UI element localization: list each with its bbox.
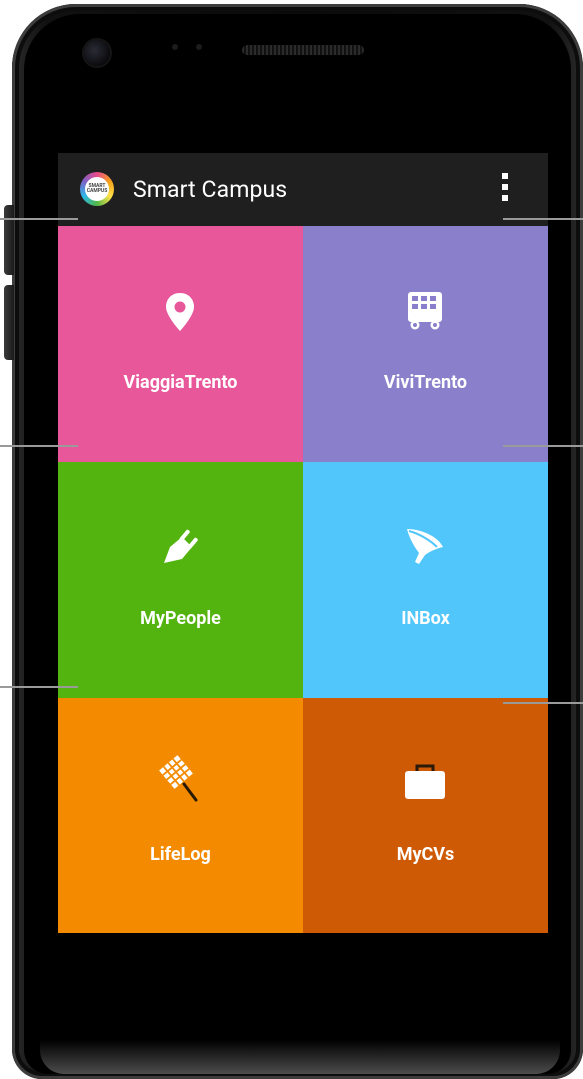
- light-sensor: [196, 44, 202, 50]
- tile-mycvs[interactable]: MyCVs: [303, 698, 548, 933]
- tile-lifelog[interactable]: LifeLog: [58, 698, 303, 933]
- tile-mypeople[interactable]: MyPeople: [58, 462, 303, 698]
- location-pin-icon: [166, 293, 194, 331]
- callout-line: [0, 445, 78, 447]
- phone-chin: [40, 1040, 560, 1074]
- callout-line: [503, 445, 583, 447]
- front-camera: [84, 40, 110, 66]
- tile-label: MyCVs: [396, 844, 455, 865]
- power-button: [4, 285, 14, 360]
- action-bar: SMART CAMPUS Smart Campus: [58, 153, 548, 226]
- overflow-menu-icon[interactable]: [493, 170, 517, 210]
- app-title: Smart Campus: [133, 176, 288, 203]
- callout-line: [503, 218, 583, 220]
- logo-text: SMART CAMPUS: [85, 177, 109, 201]
- callout-line: [0, 686, 78, 688]
- earpiece-speaker: [242, 45, 364, 55]
- tile-label: INBox: [401, 608, 450, 629]
- smart-campus-logo[interactable]: SMART CAMPUS: [80, 172, 114, 206]
- briefcase-icon: [405, 764, 445, 799]
- tile-viaggiatrento[interactable]: ViaggiaTrento: [58, 226, 303, 462]
- tram-icon: [408, 292, 442, 330]
- proximity-sensor: [172, 44, 178, 50]
- plug-icon: [164, 529, 198, 563]
- tile-label: ViviTrento: [383, 372, 468, 393]
- tile-label: LifeLog: [150, 844, 211, 865]
- tile-vivitrento[interactable]: ViviTrento: [303, 226, 548, 462]
- funnel-icon: [407, 529, 443, 564]
- phone-screen: SMART CAMPUS Smart Campus ViaggiaTrento: [58, 153, 548, 933]
- callout-line: [503, 702, 583, 704]
- net-icon: [159, 755, 198, 802]
- tile-label: MyPeople: [140, 608, 221, 629]
- callout-line: [0, 218, 78, 220]
- volume-button: [4, 205, 14, 275]
- tile-label: ViaggiaTrento: [123, 372, 238, 393]
- tile-inbox[interactable]: INBox: [303, 462, 548, 698]
